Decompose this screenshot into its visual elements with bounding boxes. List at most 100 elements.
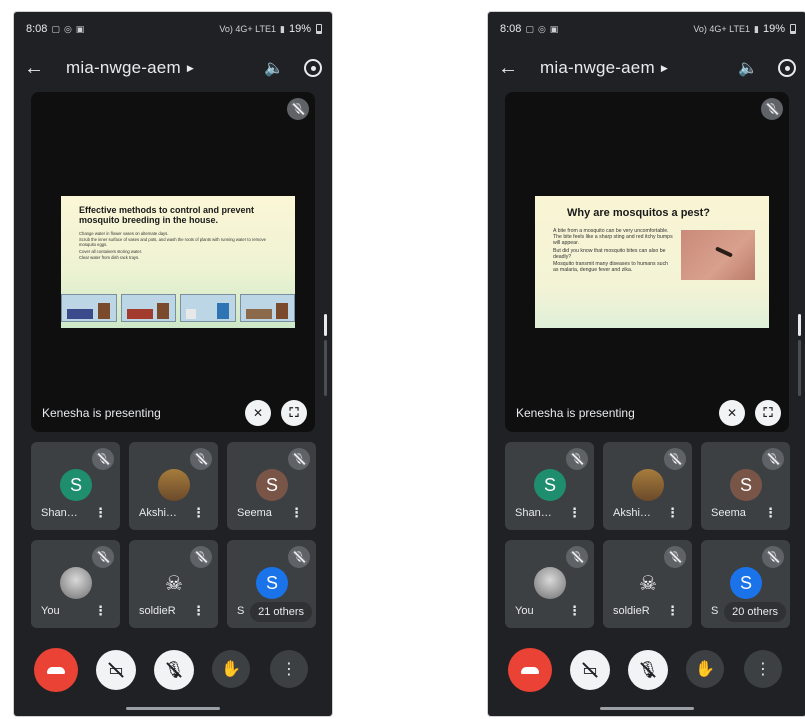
- participant-tile[interactable]: S Seema ⋮: [227, 442, 316, 530]
- presentation-view[interactable]: Effective methods to control and prevent…: [31, 92, 315, 432]
- more-vert-icon[interactable]: ⋮: [192, 505, 205, 521]
- participant-name: soldieR: [613, 605, 650, 617]
- others-count-pill[interactable]: 20 others: [724, 602, 786, 622]
- slide-bullet: Mosquito transmit many diseases to human…: [553, 261, 669, 274]
- signal-icon: ▮: [280, 23, 285, 34]
- mic-off-icon: [190, 448, 212, 470]
- slide-bullet: Scrub the inner surface of vases and pot…: [79, 237, 266, 248]
- bathroom-image: [180, 294, 236, 322]
- participant-tile[interactable]: S S 21 others: [227, 540, 316, 628]
- participant-name: Akshi…: [613, 507, 651, 519]
- scrollbar-thumb[interactable]: [798, 314, 801, 336]
- participant-tile[interactable]: S Shan… ⋮: [505, 442, 594, 530]
- speaker-icon[interactable]: 🔈: [264, 58, 284, 78]
- presentation-view[interactable]: Why are mosquitos a pest? A bite from a …: [505, 92, 789, 432]
- participant-tile[interactable]: ☠ soldieR ⋮: [129, 540, 218, 628]
- more-vert-icon[interactable]: ⋮: [666, 505, 679, 521]
- participant-tile[interactable]: ☠ soldieR ⋮: [603, 540, 692, 628]
- more-vert-icon[interactable]: ⋮: [192, 603, 205, 619]
- gallery-icon: ▣: [75, 23, 85, 34]
- caret-right-icon[interactable]: ▶: [187, 63, 194, 74]
- raise-hand-button[interactable]: ✋: [686, 650, 724, 688]
- phone-screen-left: 8:08 ▢ ◎ ▣ Vo) 4G+ LTE1 ▮ 19% ← mia-nwge…: [14, 12, 332, 716]
- participant-tile[interactable]: Akshi… ⋮: [603, 442, 692, 530]
- back-arrow-icon[interactable]: ←: [24, 57, 54, 80]
- meeting-appbar: ← mia-nwge-aem ▶ 🔈: [14, 48, 332, 88]
- participant-tile[interactable]: You ⋮: [505, 540, 594, 628]
- more-vert-icon[interactable]: ⋮: [94, 603, 107, 619]
- meeting-code[interactable]: mia-nwge-aem: [66, 58, 181, 78]
- more-vert-icon[interactable]: ⋮: [568, 603, 581, 619]
- mic-off-icon: [287, 98, 309, 120]
- slide-illustrations: [61, 294, 295, 324]
- participant-tile[interactable]: S S 20 others: [701, 540, 790, 628]
- switch-camera-icon[interactable]: [778, 59, 796, 77]
- mic-toggle-button[interactable]: 🎙: [628, 650, 668, 690]
- home-indicator[interactable]: [600, 707, 694, 710]
- mic-off-icon: 🎙: [637, 662, 659, 679]
- meeting-code[interactable]: mia-nwge-aem: [540, 58, 655, 78]
- camera-toggle-button[interactable]: ▭: [96, 650, 136, 690]
- end-call-button[interactable]: [34, 648, 78, 692]
- mic-toggle-button[interactable]: 🎙: [154, 650, 194, 690]
- more-vert-icon[interactable]: ⋮: [290, 505, 303, 521]
- participant-tile[interactable]: S Shan… ⋮: [31, 442, 120, 530]
- signal-icon: ▮: [754, 23, 759, 34]
- scrollbar-thumb[interactable]: [324, 314, 327, 336]
- more-options-button[interactable]: ⋮: [270, 650, 308, 688]
- status-bar: 8:08 ▢ ◎ ▣ Vo) 4G+ LTE1 ▮ 19%: [14, 12, 332, 46]
- scrollbar-track[interactable]: [798, 340, 801, 396]
- switch-camera-icon[interactable]: [304, 59, 322, 77]
- instagram-icon: ◎: [63, 23, 72, 34]
- slide-bullet: But did you know that mosquito bites can…: [553, 247, 666, 260]
- more-options-button[interactable]: ⋮: [744, 650, 782, 688]
- fullscreen-icon[interactable]: ⛶: [281, 400, 307, 426]
- end-call-button[interactable]: [508, 648, 552, 692]
- presenter-label: Kenesha is presenting: [516, 406, 635, 420]
- mic-off-icon: [762, 546, 784, 568]
- participant-name: Shan…: [515, 507, 552, 519]
- more-vert-icon[interactable]: ⋮: [666, 603, 679, 619]
- speaker-icon[interactable]: 🔈: [738, 58, 758, 78]
- photo-avatar-icon: [534, 567, 566, 599]
- home-indicator[interactable]: [126, 707, 220, 710]
- more-vert-icon[interactable]: ⋮: [764, 505, 777, 521]
- unpin-icon[interactable]: ✕: [719, 400, 745, 426]
- mic-off-icon: [761, 98, 783, 120]
- participant-name: Seema: [711, 507, 746, 519]
- participant-tile[interactable]: You ⋮: [31, 540, 120, 628]
- slide-title: Why are mosquitos a pest?: [567, 207, 711, 219]
- videocam-off-icon: ▭: [108, 662, 124, 679]
- caret-right-icon[interactable]: ▶: [661, 63, 668, 74]
- scrollbar-track[interactable]: [324, 340, 327, 396]
- mic-off-icon: [566, 448, 588, 470]
- presenter-label: Kenesha is presenting: [42, 406, 161, 420]
- unpin-icon[interactable]: ✕: [245, 400, 271, 426]
- phone-hangup-icon: [47, 666, 65, 674]
- more-vert-icon[interactable]: ⋮: [568, 505, 581, 521]
- avatar: S: [60, 469, 92, 501]
- participant-tile[interactable]: Akshi… ⋮: [129, 442, 218, 530]
- gallery-icon: ▣: [549, 23, 559, 34]
- more-vert-icon: ⋮: [281, 661, 297, 678]
- avatar: S: [534, 469, 566, 501]
- more-vert-icon: ⋮: [755, 661, 771, 678]
- bedroom-image: [120, 294, 176, 322]
- status-time: 8:08: [26, 23, 48, 35]
- participant-tile[interactable]: S Seema ⋮: [701, 442, 790, 530]
- others-count-pill[interactable]: 21 others: [250, 602, 312, 622]
- mic-off-icon: [566, 546, 588, 568]
- fullscreen-icon[interactable]: ⛶: [755, 400, 781, 426]
- avatar: S: [256, 469, 288, 501]
- mosquito-photo-image: [680, 230, 755, 280]
- raise-hand-button[interactable]: ✋: [212, 650, 250, 688]
- status-bar: 8:08 ▢ ◎ ▣ Vo) 4G+ LTE1 ▮ 19%: [488, 12, 805, 46]
- kitchen-image: [239, 294, 295, 322]
- camera-toggle-button[interactable]: ▭: [570, 650, 610, 690]
- mic-off-icon: [92, 546, 114, 568]
- back-arrow-icon[interactable]: ←: [498, 57, 528, 80]
- photo-avatar-icon: [60, 567, 92, 599]
- participant-name: Seema: [237, 507, 272, 519]
- more-vert-icon[interactable]: ⋮: [94, 505, 107, 521]
- mic-off-icon: [190, 546, 212, 568]
